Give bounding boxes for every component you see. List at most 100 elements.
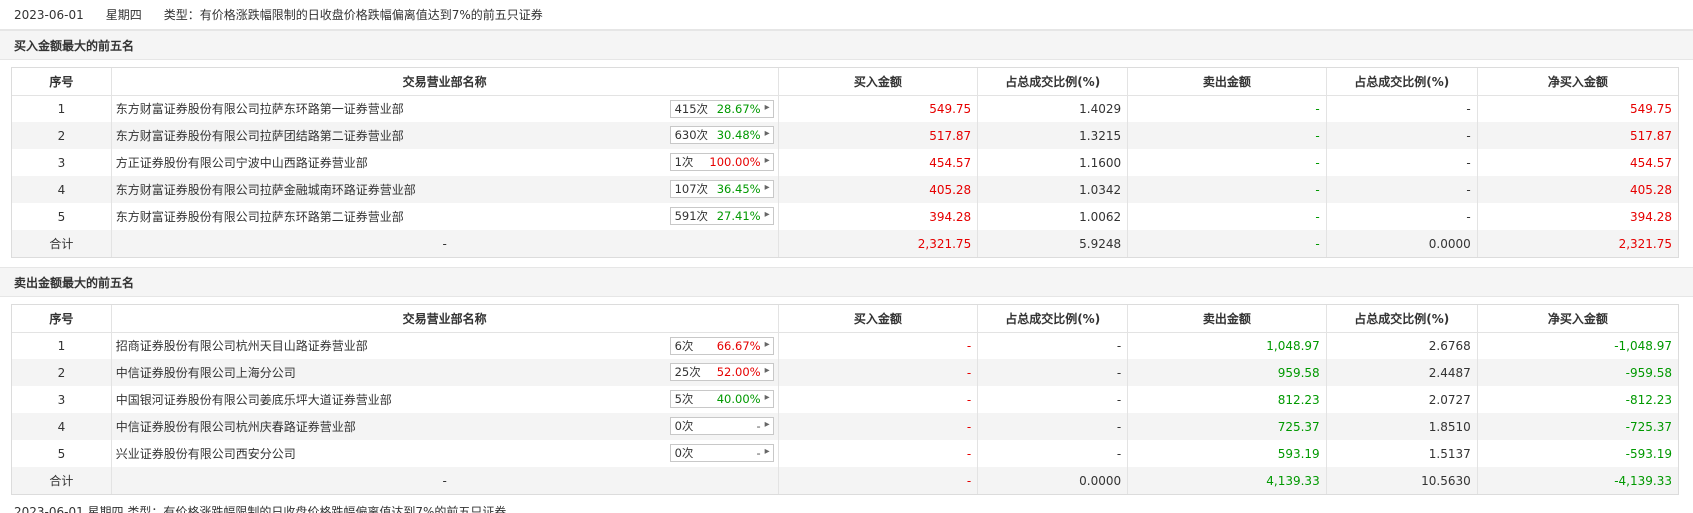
branch-name-link[interactable]: 中信证券股份有限公司杭州庆春路证券营业部: [116, 418, 356, 435]
buy-ratio: -: [977, 386, 1128, 413]
total-buy-amount: 2,321.75: [777, 230, 978, 257]
branch-rise-pct: 52.00%: [716, 365, 761, 379]
branch-count-dropdown[interactable]: 415次 28.67% ▸: [669, 99, 774, 118]
chevron-right-icon: ▸: [764, 101, 770, 113]
chevron-right-icon: ▸: [764, 209, 770, 220]
row-index: 5: [57, 209, 66, 224]
chevron-right-icon: ▸: [764, 182, 770, 193]
branch-name-link[interactable]: 中信证券股份有限公司上海分公司: [116, 364, 296, 381]
branch-name-link[interactable]: 兴业证券股份有限公司西安分公司: [116, 445, 296, 462]
sell-amount: 959.58: [1127, 359, 1327, 386]
net-amount: 454.57: [1476, 149, 1678, 176]
net-amount: -1,048.97: [1476, 332, 1678, 359]
net-amount: -812.23: [1476, 386, 1678, 413]
chevron-right-icon: ▸: [764, 128, 770, 139]
branch-count-dropdown[interactable]: 1次 100.00% ▸: [669, 153, 774, 171]
buy-amount: -: [777, 440, 978, 467]
branch-count-dropdown[interactable]: 5次 40.00% ▸: [669, 390, 774, 408]
table-row: 1 招商证券股份有限公司杭州天目山路证券营业部 6次 66.67% ▸ - -1,048.9…: [12, 332, 1678, 359]
branch-cell: 方正证券股份有限公司宁波中山西路证券营业部 1次 100.00% ▸: [110, 149, 779, 176]
buy-top5-table: 序号 交易营业部名称 买入金额 占总成交比例(%) 卖出金额 占总成交比例(%)…: [11, 67, 1679, 258]
branch-count-dropdown[interactable]: 25次 52.00% ▸: [669, 363, 774, 381]
branch-cell: 东方财富证券股份有限公司拉萨东环路第一证券营业部 415次 28.67% ▸: [110, 95, 779, 122]
total-row: 合计 -2,321.75 5.9248-0.0000 2,321.75: [12, 230, 1678, 257]
sell-top5-table: 序号 交易营业部名称 买入金额 占总成交比例(%) 卖出金额 占总成交比例(%)…: [11, 304, 1679, 495]
buy-section-title: 买入金额最大的前五名: [0, 30, 1693, 60]
branch-rise-pct: 100.00%: [709, 155, 761, 169]
sell-ratio: 2.6768: [1325, 332, 1478, 359]
branch-count-dropdown[interactable]: 591次 27.41% ▸: [669, 207, 774, 225]
branch-name-link[interactable]: 招商证券股份有限公司杭州天目山路证券营业部: [116, 337, 368, 354]
chevron-right-icon: ▸: [764, 446, 770, 457]
branch-name-link[interactable]: 东方财富证券股份有限公司拉萨东环路第二证券营业部: [116, 208, 404, 225]
table-header-row: 序号 交易营业部名称 买入金额 占总成交比例(%) 卖出金额 占总成交比例(%)…: [12, 305, 1678, 333]
branch-name-link[interactable]: 东方财富证券股份有限公司拉萨金融城南环路证券营业部: [116, 181, 416, 198]
branch-rise-pct: 27.41%: [716, 209, 761, 223]
buy-amount: -: [777, 332, 978, 359]
sell-ratio: -: [1325, 176, 1478, 203]
total-sell-ratio: 10.5630: [1325, 467, 1478, 494]
buy-amount: 454.57: [777, 149, 978, 176]
sell-amount: -: [1127, 95, 1327, 122]
total-row: 合计 - -0.0000 4,139.33 10.5630 -4,139.33: [12, 467, 1678, 494]
row-index: 1: [57, 338, 66, 353]
branch-count: 107次: [674, 182, 709, 196]
branch-count: 0次: [674, 419, 694, 433]
chevron-right-icon: ▸: [764, 365, 770, 376]
table-row: 3 方正证券股份有限公司宁波中山西路证券营业部 1次 100.00% ▸ 454.57 1.…: [12, 149, 1678, 176]
branch-count-dropdown[interactable]: 0次 - ▸: [669, 444, 774, 462]
sell-ratio: -: [1325, 95, 1478, 122]
branch-name-link[interactable]: 东方财富证券股份有限公司拉萨团结路第二证券营业部: [116, 127, 404, 144]
branch-count-dropdown[interactable]: 6次 66.67% ▸: [669, 336, 774, 355]
sell-amount: -: [1127, 149, 1327, 176]
col-header-index: 序号: [12, 305, 112, 333]
branch-count-dropdown[interactable]: 107次 36.45% ▸: [669, 180, 774, 198]
row-index: 3: [57, 392, 66, 407]
branch-rise-pct: 66.67%: [716, 338, 761, 353]
total-sell-ratio: 0.0000: [1325, 230, 1478, 257]
branch-count-dropdown[interactable]: 630次 30.48% ▸: [669, 126, 774, 144]
col-header-branch: 交易营业部名称: [110, 68, 779, 96]
total-sell-amount: -: [1127, 230, 1327, 257]
branch-name-link[interactable]: 中国银河证券股份有限公司姜底乐坪大道证券营业部: [116, 391, 392, 408]
total-branch: -: [110, 230, 779, 257]
branch-name-link[interactable]: 东方财富证券股份有限公司拉萨东环路第一证券营业部: [116, 100, 404, 117]
chevron-right-icon: ▸: [764, 392, 770, 403]
branch-count: 0次: [674, 446, 694, 460]
branch-cell: 东方财富证券股份有限公司拉萨东环路第二证券营业部 591次 27.41% ▸: [110, 203, 779, 230]
branch-rise-pct: 40.00%: [716, 392, 761, 406]
sell-amount: 593.19: [1127, 440, 1327, 467]
total-net-amount: 2,321.75: [1476, 230, 1678, 257]
table-row: 4 中信证券股份有限公司杭州庆春路证券营业部 0次 - ▸ - -725.37 1.8510-…: [12, 413, 1678, 440]
branch-cell: 中信证券股份有限公司上海分公司 25次 52.00% ▸: [110, 359, 779, 386]
buy-ratio: -: [977, 413, 1128, 440]
table-row: 4 东方财富证券股份有限公司拉萨金融城南环路证券营业部 107次 36.45% ▸ 405…: [12, 176, 1678, 203]
table-row: 5 东方财富证券股份有限公司拉萨东环路第二证券营业部 591次 27.41% ▸ 394.…: [12, 203, 1678, 230]
row-index: 4: [12, 413, 112, 440]
branch-count-dropdown[interactable]: 0次 - ▸: [669, 417, 774, 435]
branch-cell: 东方财富证券股份有限公司拉萨金融城南环路证券营业部 107次 36.45% ▸: [110, 176, 779, 203]
buy-amount: 394.28: [777, 203, 978, 230]
branch-count: 6次: [674, 338, 694, 353]
sell-ratio: -: [1325, 203, 1478, 230]
net-amount: -959.58: [1476, 359, 1678, 386]
col-header-buy-amount: 买入金额: [777, 68, 978, 96]
sell-ratio: 1.8510: [1325, 413, 1478, 440]
total-net-amount: -4,139.33: [1476, 467, 1678, 494]
total-buy-amount: -: [777, 467, 978, 494]
chevron-right-icon: ▸: [764, 338, 770, 350]
branch-name-link[interactable]: 方正证券股份有限公司宁波中山西路证券营业部: [116, 154, 368, 171]
buy-ratio: 1.0342: [977, 176, 1128, 203]
branch-count: 415次: [674, 101, 709, 116]
branch-rise-pct: 28.67%: [716, 101, 761, 116]
table-row: 2 东方财富证券股份有限公司拉萨团结路第二证券营业部 630次 30.48% ▸ 517.…: [12, 122, 1678, 149]
branch-count: 1次: [674, 155, 694, 169]
buy-amount: 405.28: [777, 176, 978, 203]
branch-count: 591次: [674, 209, 709, 223]
buy-ratio: -: [977, 332, 1128, 359]
branch-rise-pct: 30.48%: [716, 128, 761, 142]
branch-cell: 兴业证券股份有限公司西安分公司 0次 - ▸: [110, 440, 779, 467]
branch-cell: 中国银河证券股份有限公司姜底乐坪大道证券营业部 5次 40.00% ▸: [110, 386, 779, 413]
record-header: 2023-06-01 星期四 类型：有价格涨跌幅限制的日收盘价格跌幅偏离值达到7…: [0, 0, 1693, 30]
total-buy-ratio: 5.9248: [977, 230, 1128, 257]
